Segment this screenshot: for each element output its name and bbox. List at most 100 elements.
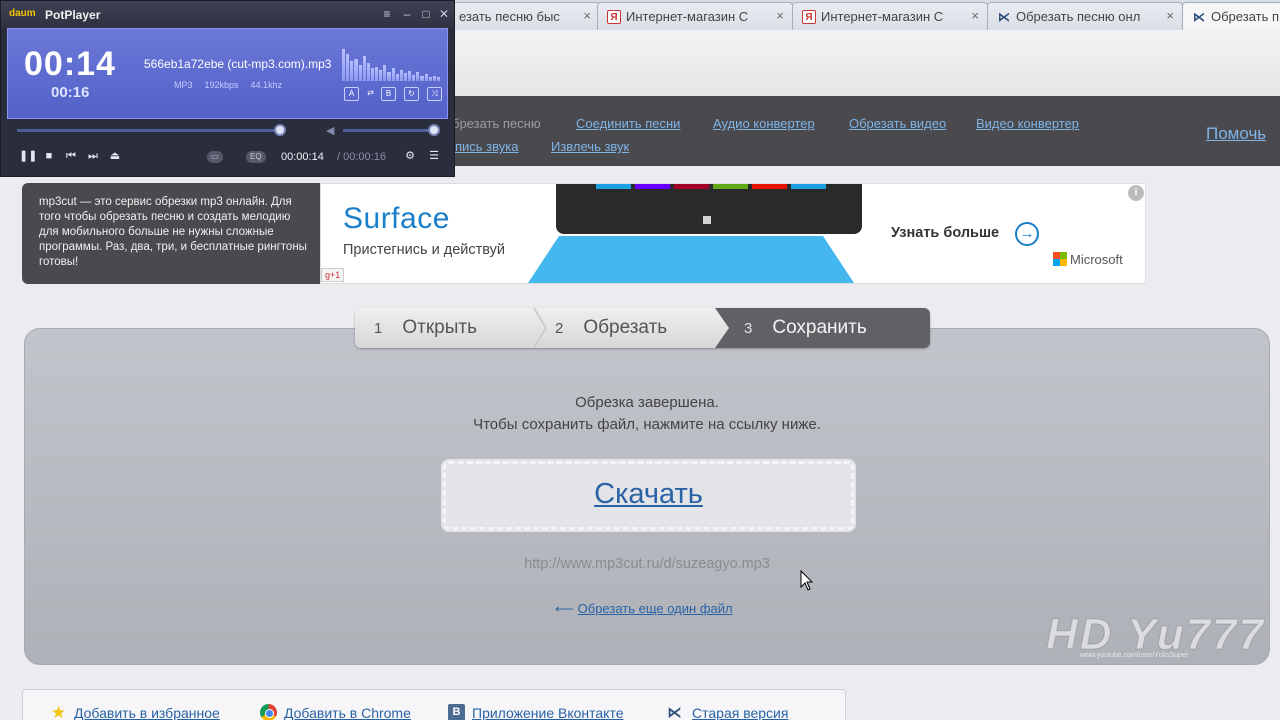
nav-link-audio-converter[interactable]: Аудио конвертер [713, 116, 815, 131]
eject-icon[interactable]: ⏏ [108, 149, 122, 163]
audio-meta: MP3 192kbps 44.1khz [174, 80, 282, 90]
arrow-left-icon: ⟵ [555, 601, 574, 616]
total-duration: / 00:00:16 [337, 151, 386, 163]
elapsed-time: 00:14 [24, 45, 116, 83]
ad-info-icon[interactable]: i [1128, 185, 1144, 201]
capture-button[interactable]: ▭ [207, 151, 223, 163]
ad-tile [791, 184, 826, 189]
browser-tab-1[interactable]: Я езать песню быс × [430, 2, 600, 30]
spectrum-bar [412, 74, 416, 81]
ad-tile [596, 184, 631, 189]
spectrum-bar [436, 77, 440, 81]
ad-title: Surface [343, 202, 450, 235]
nav-link-join-songs[interactable]: Соединить песни [576, 116, 680, 131]
tab-label: Интернет-магазин С [626, 9, 749, 24]
surface-ad-banner[interactable]: Surface Пристегнись и действуй g+1 Узнат… [320, 183, 1146, 284]
help-link[interactable]: Помочь [1206, 124, 1266, 144]
browser-tab-5-active[interactable]: ⋉ Обрезать п [1182, 2, 1280, 30]
volume-icon[interactable]: ◀ [326, 124, 334, 137]
cut-another-link[interactable]: Обрезать еще один файл [578, 601, 733, 616]
footer-old-version[interactable]: Старая версия [692, 705, 788, 720]
close-icon[interactable]: × [971, 8, 979, 23]
ad-tile [674, 184, 709, 189]
tab-label: Обрезать п [1211, 9, 1280, 24]
gplus-button[interactable]: g+1 [321, 268, 345, 282]
spectrum-bar [370, 68, 374, 81]
windows-logo-icon [703, 216, 711, 224]
ad-tablet-image [556, 184, 862, 234]
browser-tab-2[interactable]: Я Интернет-магазин С × [597, 2, 793, 30]
step-save: 3 Сохранить [744, 308, 867, 348]
volume-bar[interactable] [343, 129, 433, 132]
footer-add-favorites[interactable]: Добавить в избранное [74, 705, 220, 720]
nav-link-extract-sound[interactable]: Извлечь звук [551, 139, 629, 154]
step-label: Сохранить [772, 317, 867, 338]
ad-tile [635, 184, 670, 189]
seek-bar[interactable] [17, 129, 280, 132]
step-number: 3 [744, 320, 753, 337]
spectrum-bar [391, 68, 395, 81]
spectrum-bar [379, 70, 383, 81]
completion-instructions: Чтобы сохранить файл, нажмите на ссылку … [473, 416, 821, 433]
ad-brand: Microsoft [1070, 252, 1123, 267]
arrow-right-icon[interactable]: → [1015, 222, 1039, 246]
download-link[interactable]: Скачать [594, 478, 703, 511]
close-icon[interactable]: × [1166, 8, 1174, 23]
gear-icon[interactable]: ⚙ [403, 149, 417, 163]
spectrum-bar [403, 73, 407, 81]
minimize-icon[interactable]: – [399, 6, 415, 22]
footer-vk-app[interactable]: Приложение Вконтакте [472, 705, 624, 720]
previous-icon[interactable]: ⏮ [64, 149, 78, 163]
potplayer-titlebar[interactable]: daum PotPlayer ≡ – □ ✕ [1, 1, 454, 28]
volume-handle[interactable] [428, 124, 440, 136]
nav-link-record-sound[interactable]: пись звука [455, 139, 518, 154]
nav-link-video-converter[interactable]: Видео конвертер [976, 116, 1079, 131]
spectrum-bar [342, 48, 346, 81]
browser-tab-4[interactable]: ⋉ Обрезать песню онл × [987, 2, 1183, 30]
spectrum-bar [428, 76, 432, 81]
mouse-cursor-icon [800, 570, 814, 591]
footer-add-chrome[interactable]: Добавить в Chrome [284, 705, 411, 720]
browser-tab-3[interactable]: Я Интернет-магазин С × [792, 2, 988, 30]
ad-learn-more[interactable]: Узнать больше [891, 225, 999, 241]
footer-links: ★ Добавить в избранное Добавить в Chrome… [22, 689, 846, 720]
vk-icon: B [448, 704, 465, 720]
step-open: 1 Открыть [374, 308, 477, 348]
potplayer-window[interactable]: daum PotPlayer ≡ – □ ✕ 00:14 00:16 566eb… [0, 0, 455, 177]
duration-time: 00:16 [51, 84, 90, 101]
cut-another-file[interactable]: ⟵ Обрезать еще один файл [555, 601, 733, 617]
close-icon[interactable]: ✕ [436, 6, 452, 22]
shuffle-icon[interactable]: ⤨ [427, 87, 442, 101]
close-icon[interactable]: × [583, 8, 591, 23]
spectrum-bar [383, 64, 387, 81]
audio-bitrate: 192kbps [204, 80, 239, 90]
service-description: mp3cut — это сервис обрезки mp3 онлайн. … [22, 183, 320, 284]
repeat-icon[interactable]: ↻ [404, 87, 419, 101]
ab-repeat-a-button[interactable]: A [344, 87, 359, 101]
maximize-icon[interactable]: □ [418, 6, 434, 22]
nav-link-cut-song[interactable]: брезать песню [452, 116, 541, 131]
spectrum-visualizer [342, 45, 440, 81]
playlist-icon[interactable]: ☰ [427, 149, 441, 163]
seek-handle[interactable] [273, 124, 286, 136]
menu-icon[interactable]: ≡ [379, 6, 395, 22]
next-icon[interactable]: ⏭ [86, 149, 100, 163]
tab-label: езать песню быс [459, 9, 560, 24]
equalizer-button[interactable]: EQ [246, 151, 266, 163]
download-box: Скачать [443, 461, 854, 530]
ab-repeat-b-button[interactable]: B [381, 87, 396, 101]
spectrum-bar [346, 54, 350, 81]
stop-icon[interactable]: ■ [42, 149, 56, 163]
tab-label: Интернет-магазин С [821, 9, 944, 24]
nav-link-cut-video[interactable]: Обрезать видео [849, 116, 946, 131]
potplayer-display: 00:14 00:16 566eb1a72ebe (cut-mp3.com).m… [7, 28, 448, 119]
current-position: 00:00:14 [281, 151, 324, 163]
spectrum-bar [362, 55, 366, 81]
close-icon[interactable]: × [776, 8, 784, 23]
mp3cut-icon: ⋉ [667, 704, 682, 720]
pause-icon[interactable]: ❚❚ [19, 149, 37, 163]
spectrum-bar [387, 72, 391, 81]
daum-logo: daum [9, 8, 36, 19]
swap-icon[interactable]: ⇄ [363, 87, 378, 101]
spectrum-bar [366, 63, 370, 81]
